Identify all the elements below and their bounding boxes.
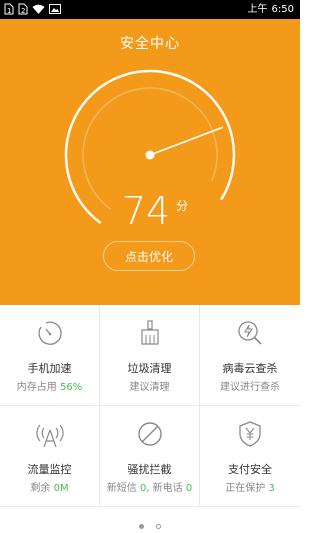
svg-text:2: 2 xyxy=(21,7,25,15)
broom-icon xyxy=(141,320,159,345)
score-unit: 分 xyxy=(176,199,189,213)
shield-yuan-icon xyxy=(239,421,261,447)
feature-status: 建议进行查杀 xyxy=(220,382,280,393)
feature-status: 正在保护 3 xyxy=(225,483,275,494)
feature-traffic-monitor[interactable]: 流量监控 剩余 0M xyxy=(0,406,100,507)
security-overview-panel: 安全中心 74 分 点击优化 xyxy=(0,19,300,305)
image-notification-icon xyxy=(49,4,61,14)
signal-tower-icon xyxy=(36,424,64,448)
svg-text:1: 1 xyxy=(7,7,11,15)
feature-status: 新短信 0, 新电话 0 xyxy=(106,483,193,494)
status-bar: 1 2 上午 6:50 xyxy=(0,0,300,19)
feature-status: 剩余 0M xyxy=(30,483,69,494)
score-value: 74 xyxy=(121,189,171,233)
status-time: 6:50 xyxy=(271,4,294,15)
optimize-button[interactable]: 点击优化 xyxy=(103,241,195,271)
page-indicator xyxy=(0,514,300,533)
gauge-pivot xyxy=(145,150,155,160)
sim1-icon: 1 xyxy=(4,3,14,15)
feature-name: 骚扰拦截 xyxy=(127,463,172,476)
status-time-prefix: 上午 xyxy=(247,4,268,15)
feature-status: 建议清理 xyxy=(129,382,170,393)
page-dot-active[interactable] xyxy=(139,524,144,529)
speed-dial-icon xyxy=(38,321,62,345)
block-icon xyxy=(138,422,162,446)
feature-phone-speedup[interactable]: 手机加速 内存占用 56% xyxy=(0,305,100,406)
new-call-count: 0 xyxy=(185,483,193,494)
feature-name: 病毒云查杀 xyxy=(222,362,278,375)
gauge-needle xyxy=(149,126,224,156)
page-dot[interactable] xyxy=(156,524,161,529)
protected-count: 3 xyxy=(268,483,275,494)
score-readout: 74 分 xyxy=(0,189,300,233)
feature-junk-clean[interactable]: 垃圾清理 建议清理 xyxy=(100,305,200,406)
feature-virus-scan[interactable]: 病毒云查杀 建议进行查杀 xyxy=(200,305,300,406)
feature-name: 手机加速 xyxy=(27,362,72,375)
feature-name: 流量监控 xyxy=(27,463,72,476)
sim2-icon: 2 xyxy=(18,3,28,15)
feature-name: 垃圾清理 xyxy=(127,362,172,375)
feature-harassment-block[interactable]: 骚扰拦截 新短信 0, 新电话 0 xyxy=(100,406,200,507)
feature-grid: 手机加速 内存占用 56% 垃圾清理 建议清理 病毒云查杀 建议进行查杀 流量监… xyxy=(0,305,300,507)
feature-payment-security[interactable]: 支付安全 正在保护 3 xyxy=(200,406,300,507)
memory-usage-value: 56% xyxy=(59,382,83,393)
virus-scan-icon xyxy=(238,321,262,345)
feature-name: 支付安全 xyxy=(228,463,272,476)
feature-status: 内存占用 56% xyxy=(16,382,83,393)
wifi-icon xyxy=(32,4,45,14)
remaining-data-value: 0M xyxy=(53,483,69,494)
